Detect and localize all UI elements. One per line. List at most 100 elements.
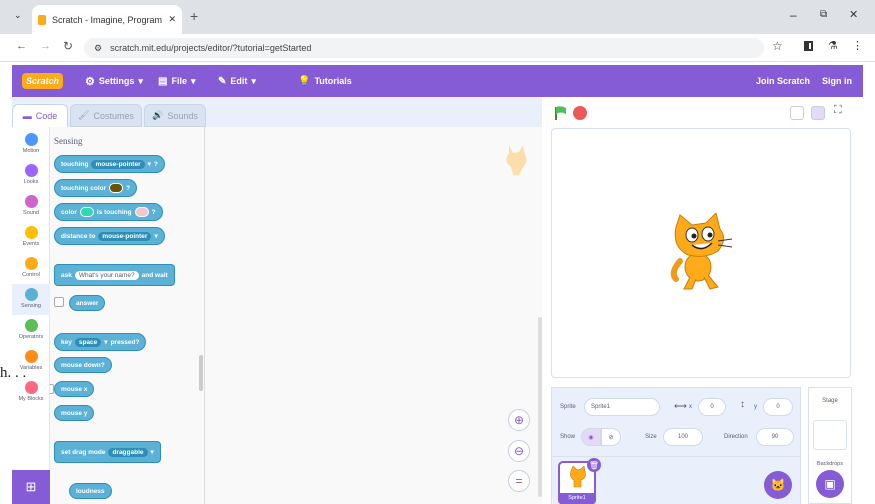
reload-icon[interactable]: ↻	[63, 39, 73, 53]
direction-label: Direction	[724, 434, 748, 440]
tab-costumes[interactable]: 🖌 Costumes	[70, 104, 142, 127]
x-position-input[interactable]: 0	[698, 398, 726, 416]
settings-menu[interactable]: ⚙ Settings ▾	[85, 65, 143, 97]
block-palette: Sensing touching mouse-pointer ▾ ? touchi…	[50, 127, 205, 504]
delete-sprite-icon[interactable]: 🗑	[587, 458, 601, 472]
color-swatch-teal[interactable]	[79, 207, 94, 217]
mouse-down-block[interactable]: mouse down?	[54, 357, 112, 373]
address-bar[interactable]: ⚙ scratch.mit.edu/projects/editor/?tutor…	[84, 38, 764, 58]
back-icon[interactable]: ←	[16, 40, 27, 52]
browser-tab[interactable]: Scratch - Imagine, Program, Sh ✕	[32, 5, 182, 34]
color-swatch-pink[interactable]	[134, 207, 149, 217]
answer-reporter[interactable]: answer	[69, 295, 106, 311]
category-sensing[interactable]: Sensing	[12, 284, 50, 315]
answer-checkbox[interactable]	[54, 297, 64, 307]
key-pressed-block[interactable]: key space ▾ pressed?	[54, 333, 147, 351]
cat-face-icon: 🐱	[770, 478, 786, 492]
hide-button[interactable]: ⊘	[601, 428, 621, 446]
tab-title: Scratch - Imagine, Program, Sh	[52, 14, 163, 25]
image-icon: ▣	[824, 477, 836, 491]
palette-scrollbar[interactable]	[199, 355, 203, 391]
join-scratch-link[interactable]: Join Scratch	[756, 65, 810, 97]
category-motion[interactable]: Motion	[12, 129, 50, 160]
scratch-logo[interactable]: Scratch	[22, 65, 64, 97]
choose-backdrop-button[interactable]: ▣	[816, 470, 844, 498]
sprite-thumb-label: Sprite1	[560, 493, 594, 503]
small-stage-button[interactable]	[790, 106, 804, 120]
set-drag-mode-block[interactable]: set drag mode draggable ▾	[54, 441, 161, 463]
stage-target-pane[interactable]: Stage Backdrops ▣	[808, 387, 852, 504]
ask-input[interactable]: What's your name?	[74, 270, 139, 280]
category-operators[interactable]: Operators	[12, 315, 50, 346]
direction-input[interactable]: 90	[756, 428, 794, 446]
chevron-down-icon: ▾	[147, 161, 151, 168]
zoom-reset-button[interactable]: =	[508, 470, 530, 492]
sound-dot-icon	[24, 195, 38, 208]
workspace-scrollbar[interactable]	[538, 317, 542, 497]
block-categories: Motion Looks Sound Events Control Sensin…	[12, 127, 50, 504]
control-dot-icon	[24, 257, 38, 270]
file-icon: ▤	[158, 75, 168, 87]
tab-sounds[interactable]: 🔊 Sounds	[144, 104, 206, 127]
zoom-in-button[interactable]: ⊕	[508, 409, 530, 431]
tutorials-button[interactable]: 💡 Tutorials	[298, 65, 352, 97]
add-extension-button[interactable]: ⊞	[12, 470, 50, 504]
zoom-out-icon: ⊖	[513, 444, 525, 458]
scratch-cat-sprite[interactable]	[666, 213, 734, 293]
mouse-x-reporter[interactable]: mouse x	[54, 381, 95, 397]
edit-menu[interactable]: ✎ Edit ▾	[218, 65, 256, 97]
stage-canvas[interactable]	[551, 128, 851, 378]
mouse-y-reporter[interactable]: mouse y	[54, 405, 95, 421]
sprite-thumb-cat-icon	[570, 466, 586, 488]
category-control[interactable]: Control	[12, 253, 50, 284]
large-stage-button[interactable]	[811, 106, 825, 120]
choose-sprite-button[interactable]: 🐱	[764, 471, 792, 499]
close-window-icon[interactable]: ✕	[849, 8, 858, 21]
forward-icon[interactable]: →	[40, 40, 51, 52]
ask-and-wait-block[interactable]: ask What's your name? and wait	[54, 264, 175, 286]
green-flag-icon[interactable]	[553, 105, 569, 121]
zoom-out-button[interactable]: ⊖	[508, 440, 530, 462]
close-tab-icon[interactable]: ✕	[168, 14, 176, 25]
brush-icon: 🖌	[78, 110, 90, 120]
bookmark-star-icon[interactable]: ☆	[772, 39, 783, 53]
distance-to-block[interactable]: distance to mouse-pointer ▾	[54, 227, 165, 245]
show-visible-button[interactable]: ◉	[581, 428, 601, 446]
overlay-text: h. . .	[0, 365, 27, 381]
reader-mode-icon[interactable]	[804, 41, 813, 51]
sprite-watermark-icon	[506, 145, 527, 175]
minimize-icon[interactable]: –	[790, 8, 797, 22]
sprite-list: Sprite1 🗑 🐱	[552, 456, 800, 504]
backdrop-thumbnail[interactable]	[813, 420, 847, 450]
show-label: Show	[560, 434, 576, 440]
category-events[interactable]: Events	[12, 222, 50, 253]
tab-code[interactable]: ▬ Code	[12, 104, 68, 127]
my-blocks-dot-icon	[24, 381, 38, 394]
sensing-dot-icon	[24, 288, 38, 301]
color-swatch-dark[interactable]	[109, 183, 124, 193]
code-workspace[interactable]: ⊕ ⊖ =	[205, 127, 542, 504]
color-touching-block[interactable]: color is touching ?	[54, 203, 163, 221]
events-dot-icon	[24, 226, 38, 239]
lightbulb-icon: 💡	[298, 75, 311, 87]
y-position-input[interactable]: 0	[763, 398, 793, 416]
sprite-name-input[interactable]: Sprite1	[584, 398, 660, 416]
site-info-icon[interactable]: ⚙	[94, 43, 102, 54]
new-tab-button[interactable]: +	[190, 8, 198, 24]
sign-in-link[interactable]: Sign in	[822, 65, 852, 97]
file-menu[interactable]: ▤ File ▾	[158, 65, 196, 97]
category-looks[interactable]: Looks	[12, 160, 50, 191]
chevron-down-icon: ▾	[190, 75, 196, 86]
touching-color-block[interactable]: touching color ?	[54, 179, 138, 197]
extensions-icon[interactable]: ⚗	[828, 39, 838, 52]
fullscreen-icon[interactable]: ⛶	[834, 104, 842, 117]
restore-icon[interactable]: ⧉	[820, 9, 827, 20]
tab-menu-icon[interactable]: ⌄	[14, 10, 22, 21]
stop-icon[interactable]	[573, 106, 587, 120]
touching-block[interactable]: touching mouse-pointer ▾ ?	[54, 155, 165, 173]
size-input[interactable]: 100	[663, 428, 703, 446]
browser-menu-icon[interactable]: ⋮	[852, 39, 863, 52]
category-sound[interactable]: Sound	[12, 191, 50, 222]
loudness-reporter[interactable]: loudness	[69, 483, 112, 499]
looks-dot-icon	[24, 164, 38, 177]
